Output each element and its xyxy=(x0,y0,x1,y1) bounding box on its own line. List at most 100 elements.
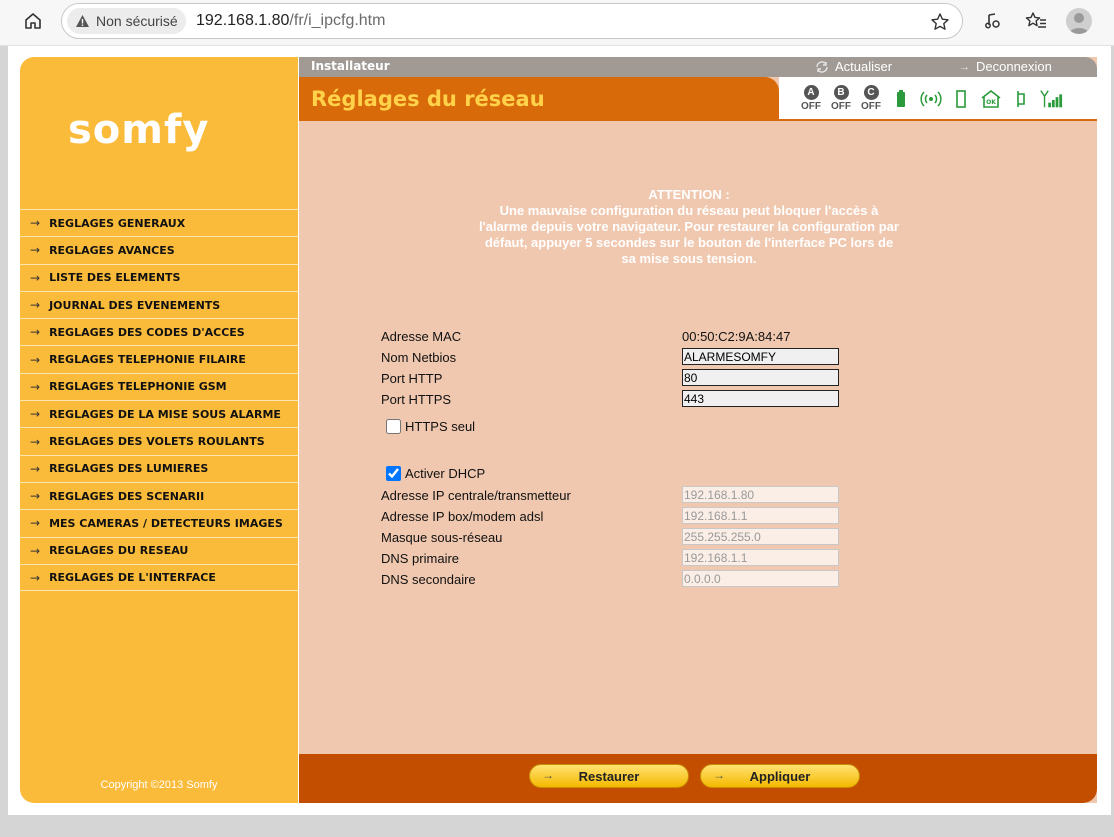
sidebar-item-journal-evenements[interactable]: → JOURNAL DES EVENEMENTS xyxy=(20,290,298,318)
sidebar-item-reseau[interactable]: → REGLAGES DU RESEAU xyxy=(20,536,298,564)
logout-link[interactable]: → Deconnexion xyxy=(959,59,1052,74)
door-icon xyxy=(949,86,973,112)
sidebar-item-reglages-avances[interactable]: → REGLAGES AVANCES xyxy=(20,236,298,263)
mac-row: Adresse MAC 00:50:C2:9A:84:47 xyxy=(381,327,881,347)
bookmark-star-icon[interactable] xyxy=(928,10,952,34)
mask-row: Masque sous-réseau xyxy=(381,528,881,548)
arrow-right-icon: → xyxy=(30,325,41,340)
dhcp-option: Activer DHCP xyxy=(386,463,485,483)
http-port-input[interactable] xyxy=(682,369,839,386)
sidebar-item-interface[interactable]: → REGLAGES DE L'INTERFACE xyxy=(20,563,298,592)
copyright: Copyright ©2013 Somfy xyxy=(100,779,218,791)
sidebar-item-label: REGLAGES DES VOLETS ROULANTS xyxy=(49,435,265,449)
action-bar: → Restaurer → Appliquer xyxy=(299,754,1097,803)
zone-letter: C xyxy=(863,85,879,100)
profile-avatar-icon[interactable] xyxy=(1066,8,1092,34)
sidebar-item-reglages-generaux[interactable]: → REGLAGES GENERAUX xyxy=(20,209,298,236)
mac-value: 00:50:C2:9A:84:47 xyxy=(682,329,791,344)
https-row: Port HTTPS xyxy=(381,390,881,410)
https-port-input[interactable] xyxy=(682,390,839,407)
zone-state: OFF xyxy=(831,101,851,112)
somfy-logo: somfy xyxy=(68,107,210,153)
ip-central-row: Adresse IP centrale/transmetteur xyxy=(381,486,881,506)
sidebar-item-label: LISTE DES ELEMENTS xyxy=(49,271,181,285)
sidebar-item-label: JOURNAL DES EVENEMENTS xyxy=(49,298,221,312)
apply-button[interactable]: → Appliquer xyxy=(700,764,860,788)
sidebar: somfy → REGLAGES GENERAUX → REGLAGES AVANC… xyxy=(20,57,298,803)
sidebar-item-label: REGLAGES DE LA MISE SOUS ALARME xyxy=(49,407,281,421)
sidebar-item-label: REGLAGES DE L'INTERFACE xyxy=(49,571,216,584)
restore-button[interactable]: → Restaurer xyxy=(529,764,689,788)
dhcp-checkbox[interactable] xyxy=(386,465,401,481)
arrow-right-icon: → xyxy=(30,489,41,504)
arrow-right-icon: → xyxy=(30,270,41,285)
logout-label: Deconnexion xyxy=(976,59,1052,74)
read-aloud-icon[interactable] xyxy=(980,8,1006,34)
https-only-checkbox[interactable] xyxy=(386,418,401,434)
dns-primary-input xyxy=(682,549,839,566)
network-warning: ATTENTION : Une mauvaise configuration d… xyxy=(479,187,899,267)
dns-primary-label: DNS primaire xyxy=(381,551,460,566)
arrow-right-icon: → xyxy=(30,570,41,585)
gsm-signal-icon xyxy=(1039,86,1063,112)
home-icon[interactable] xyxy=(20,8,46,34)
sidebar-item-label: REGLAGES GENERAUX xyxy=(49,216,186,230)
favorites-icon[interactable] xyxy=(1023,8,1049,34)
netbios-label: Nom Netbios xyxy=(381,350,457,365)
apply-label: Appliquer xyxy=(749,769,811,784)
arrow-right-icon: → xyxy=(30,379,41,394)
page-title: Réglages du réseau xyxy=(311,87,545,111)
arrow-right-icon: → xyxy=(30,461,41,476)
page-viewport: somfy → REGLAGES GENERAUX → REGLAGES AVANC… xyxy=(8,46,1111,815)
ip-box-row: Adresse IP box/modem adsl xyxy=(381,507,881,527)
dns2-row: DNS secondaire xyxy=(381,570,881,590)
zone-state: OFF xyxy=(861,101,881,112)
sidebar-item-codes-acces[interactable]: → REGLAGES DES CODES D'ACCES xyxy=(20,318,298,345)
refresh-label: Actualiser xyxy=(835,59,893,74)
phone-icon xyxy=(1009,86,1033,112)
sidebar-item-liste-elements[interactable]: → LISTE DES ELEMENTS xyxy=(20,263,298,291)
zone-letter: A xyxy=(803,85,819,100)
sidebar-item-label: REGLAGES TELEPHONIE FILAIRE xyxy=(49,353,246,367)
netbios-input[interactable] xyxy=(682,348,839,365)
sidebar-item-scenarii[interactable]: → REGLAGES DES SCENARII xyxy=(20,481,298,509)
sidebar-item-volets-roulants[interactable]: → REGLAGES DES VOLETS ROULANTS xyxy=(20,427,298,454)
zone-letter: B xyxy=(833,85,849,100)
sidebar-item-label: REGLAGES DU RESEAU xyxy=(49,544,189,558)
sidebar-item-cameras[interactable]: → MES CAMERAS / DETECTEURS IMAGES xyxy=(20,509,298,536)
title-bar: Réglages du réseau xyxy=(299,77,779,119)
sidebar-item-label: REGLAGES AVANCES xyxy=(49,243,175,257)
battery-icon xyxy=(889,86,913,112)
netbios-row: Nom Netbios xyxy=(381,348,881,368)
https-only-label: HTTPS seul xyxy=(405,418,476,434)
arrow-right-icon: → xyxy=(30,298,41,313)
url-text[interactable]: 192.168.1.80/fr/i_ipcfg.htm xyxy=(196,12,385,30)
browser-toolbar: Non sécurisé 192.168.1.80/fr/i_ipcfg.htm xyxy=(0,0,1114,46)
title-divider xyxy=(299,119,1097,121)
sidebar-item-telephonie-filaire[interactable]: → REGLAGES TELEPHONIE FILAIRE xyxy=(20,345,298,372)
sidebar-item-label: REGLAGES TELEPHONIE GSM xyxy=(49,380,227,394)
sidebar-item-label: REGLAGES DES SCENARII xyxy=(49,489,205,503)
dns-secondary-label: DNS secondaire xyxy=(381,572,476,587)
radio-signal-icon xyxy=(919,86,943,112)
security-chip[interactable]: Non sécurisé xyxy=(67,8,186,34)
sidebar-item-mise-sous-alarme[interactable]: → REGLAGES DE LA MISE SOUS ALARME xyxy=(20,400,298,427)
arrow-right-icon: → xyxy=(959,60,970,73)
warning-title: ATTENTION : xyxy=(648,187,730,202)
zone-state: OFF xyxy=(801,101,821,112)
refresh-icon xyxy=(816,60,828,73)
arrow-right-icon: → xyxy=(30,516,41,531)
address-bar[interactable]: Non sécurisé 192.168.1.80/fr/i_ipcfg.htm xyxy=(61,3,963,39)
mac-label: Adresse MAC xyxy=(381,329,462,344)
sidebar-item-label: REGLAGES DES CODES D'ACCES xyxy=(49,325,245,339)
sidebar-item-telephonie-gsm[interactable]: → REGLAGES TELEPHONIE GSM xyxy=(20,372,298,400)
zone-c-status: C OFF xyxy=(859,85,883,112)
arrow-right-icon: → xyxy=(30,407,41,422)
arrow-right-icon: → xyxy=(30,243,41,258)
sidebar-item-lumieres[interactable]: → REGLAGES DES LUMIERES xyxy=(20,454,298,482)
main-panel: Installateur Actualiser → Deconnexion Ré… xyxy=(299,57,1097,803)
refresh-link[interactable]: Actualiser xyxy=(815,59,892,74)
dhcp-label: Activer DHCP xyxy=(405,465,486,481)
mask-input xyxy=(682,528,839,545)
home-ok-icon: OK xyxy=(979,86,1003,112)
